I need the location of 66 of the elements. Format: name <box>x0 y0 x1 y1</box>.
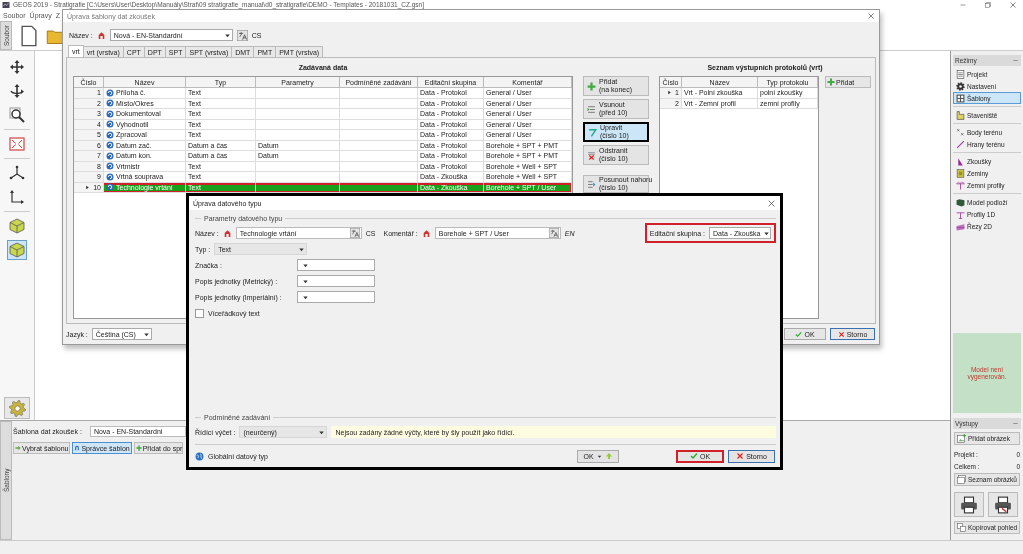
image-icon <box>957 434 966 443</box>
soil-icon <box>956 168 965 178</box>
images-icon <box>957 475 966 484</box>
tool-button[interactable] <box>7 105 27 125</box>
edit-icon <box>588 127 597 137</box>
printer-icon <box>960 495 978 514</box>
zoom-icon <box>9 107 25 123</box>
dropdown[interactable] <box>297 291 375 303</box>
plus-icon <box>135 445 142 451</box>
check-icon <box>689 452 698 460</box>
checkbox[interactable] <box>195 308 204 318</box>
globe-icon <box>195 451 204 461</box>
collapse-icon[interactable] <box>1012 420 1019 427</box>
check-icon <box>795 330 803 338</box>
maximize-icon[interactable] <box>984 0 992 9</box>
settings-icon <box>8 399 26 417</box>
data-type-icon <box>106 183 114 192</box>
dropdown[interactable] <box>297 275 375 287</box>
translate-icon[interactable] <box>349 228 360 238</box>
cancel-icon <box>736 452 745 460</box>
translate-icon[interactable] <box>236 29 248 41</box>
axis-corner-icon <box>9 189 25 205</box>
document-icon[interactable] <box>18 24 40 47</box>
cancel-icon <box>837 330 845 338</box>
axes-icon <box>9 165 25 181</box>
settings-button[interactable] <box>4 397 30 419</box>
cube-icon <box>9 218 25 234</box>
delete-icon <box>587 150 596 160</box>
print-button[interactable] <box>988 492 1018 517</box>
plus-icon <box>827 78 835 86</box>
profile-icon <box>956 180 965 190</box>
gear-icon <box>956 81 965 91</box>
magnet-icon <box>74 445 81 451</box>
house-icon <box>222 228 232 238</box>
list-icon <box>956 69 965 79</box>
house-icon <box>96 30 106 40</box>
map-icon <box>956 110 965 120</box>
print-button[interactable] <box>954 492 984 517</box>
close-icon[interactable] <box>767 198 776 208</box>
triangle-icon <box>956 156 965 166</box>
printer-icon <box>994 495 1012 514</box>
move-up-icon <box>587 179 596 189</box>
translate-icon[interactable] <box>548 228 559 238</box>
close-icon[interactable] <box>867 12 875 20</box>
zoom-extents-icon <box>9 136 25 152</box>
copy-icon <box>957 523 966 532</box>
move-icon <box>9 59 25 75</box>
up-arrow-icon <box>604 452 613 460</box>
house-icon <box>421 228 431 238</box>
grid-icon <box>956 93 965 103</box>
terrain-icon <box>956 197 965 207</box>
dropdown[interactable] <box>297 259 375 271</box>
collapse-icon[interactable] <box>1012 57 1019 64</box>
insert-icon <box>587 104 596 114</box>
points-icon <box>956 127 965 137</box>
cube-icon <box>9 242 25 258</box>
row-pointer-icon <box>84 183 92 191</box>
arrow-right-icon <box>15 445 21 451</box>
data-type-icon <box>106 88 114 97</box>
section-icon <box>956 221 965 231</box>
line-icon <box>956 139 965 149</box>
close-icon[interactable] <box>1009 0 1017 9</box>
row-pointer-icon <box>666 89 674 97</box>
profile-icon <box>956 209 965 219</box>
plus-icon <box>587 81 596 91</box>
rotate-icon <box>9 83 25 99</box>
